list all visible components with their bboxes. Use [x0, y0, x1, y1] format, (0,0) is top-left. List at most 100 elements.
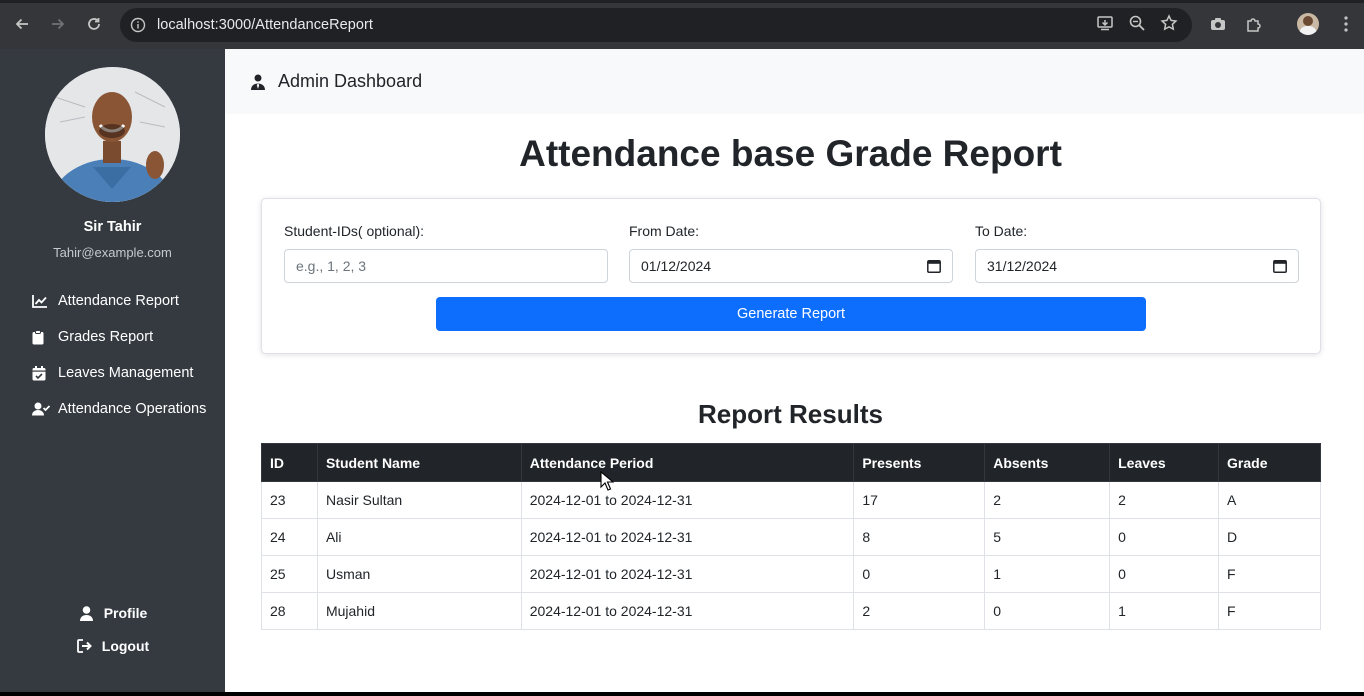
sidebar-item-label: Leaves Management — [58, 365, 194, 381]
cell-id: 23 — [261, 481, 318, 519]
cell-grade: F — [1218, 592, 1321, 630]
camera-extension-icon[interactable] — [1206, 12, 1230, 36]
cell-leaves: 0 — [1109, 518, 1220, 556]
cell-student-name: Usman — [316, 555, 522, 593]
cell-absents: 1 — [984, 555, 1111, 593]
table-row: 23 Nasir Sultan 2024-12-01 to 2024-12-31… — [261, 481, 1321, 519]
cell-absents: 2 — [984, 481, 1111, 519]
logout-icon — [76, 637, 94, 655]
cell-absents: 0 — [984, 592, 1111, 630]
from-date-input[interactable]: 01/12/2024 — [629, 249, 953, 283]
reload-icon[interactable] — [82, 12, 106, 36]
student-ids-placeholder: e.g., 1, 2, 3 — [296, 258, 367, 274]
top-navbar: Admin Dashboard — [225, 49, 1364, 114]
generate-report-button[interactable]: Generate Report — [436, 297, 1146, 331]
profile-link-label: Profile — [103, 605, 148, 621]
profile-email: Tahir@example.com — [53, 245, 172, 260]
calendar-check-icon — [32, 362, 50, 384]
cell-leaves: 2 — [1109, 481, 1220, 519]
extensions-puzzle-icon[interactable] — [1242, 12, 1266, 36]
report-form-card: Student-IDs( optional): e.g., 1, 2, 3 Fr… — [261, 198, 1321, 354]
student-ids-field: Student-IDs( optional): e.g., 1, 2, 3 — [284, 223, 608, 283]
back-icon[interactable] — [10, 12, 34, 36]
sidebar-item-attendance-operations[interactable]: Attendance Operations — [32, 398, 212, 420]
sidebar: Sir Tahir Tahir@example.com Attendance R… — [0, 49, 225, 692]
chart-line-icon — [32, 290, 50, 312]
student-ids-input[interactable]: e.g., 1, 2, 3 — [284, 249, 608, 283]
main-content: Admin Dashboard Attendance base Grade Re… — [225, 49, 1364, 692]
user-tie-icon — [250, 74, 266, 90]
cell-attendance-period: 2024-12-01 to 2024-12-31 — [520, 555, 855, 593]
avatar — [45, 67, 180, 202]
from-date-label: From Date: — [629, 223, 700, 239]
cell-grade: D — [1218, 518, 1321, 556]
cell-presents: 8 — [853, 518, 986, 556]
cell-presents: 0 — [853, 555, 986, 593]
forward-icon[interactable] — [46, 12, 70, 36]
table-row: 25 Usman 2024-12-01 to 2024-12-31 0 1 0 … — [261, 555, 1321, 593]
bookmark-star-icon[interactable] — [1160, 13, 1178, 37]
to-date-label: To Date: — [975, 223, 1028, 239]
clipboard-icon — [32, 326, 50, 348]
dashboard-title: Admin Dashboard — [278, 71, 423, 91]
sidebar-item-label: Attendance Operations — [58, 401, 207, 417]
student-ids-label: Student-IDs( optional): — [284, 223, 425, 239]
profile-link[interactable]: Profile — [0, 604, 225, 622]
column-header[interactable]: ID — [261, 443, 318, 482]
browser-toolbar: localhost:3000/AttendanceReport — [0, 0, 1364, 49]
to-date-value: 31/12/2024 — [987, 258, 1058, 274]
column-header[interactable]: Leaves — [1109, 443, 1220, 482]
cell-student-name: Ali — [316, 518, 522, 556]
sidebar-item-label: Grades Report — [58, 329, 154, 345]
results-title: Report Results — [698, 399, 883, 429]
install-app-icon[interactable] — [1096, 14, 1114, 37]
profile-avatar-icon[interactable] — [1296, 12, 1320, 36]
mouse-cursor-icon — [600, 471, 614, 491]
cell-presents: 17 — [853, 481, 986, 519]
cell-absents: 5 — [984, 518, 1111, 556]
user-check-icon — [32, 398, 50, 420]
logout-link[interactable]: Logout — [0, 637, 225, 655]
user-icon — [78, 604, 96, 622]
cell-student-name: Mujahid — [316, 592, 522, 630]
results-table: ID Student Name Attendance Period Presen… — [261, 443, 1321, 630]
calendar-icon[interactable] — [1273, 259, 1287, 273]
cell-attendance-period: 2024-12-01 to 2024-12-31 — [520, 592, 855, 630]
sidebar-item-leaves-management[interactable]: Leaves Management — [32, 362, 212, 384]
cell-id: 28 — [261, 592, 318, 630]
column-header[interactable]: Student Name — [316, 443, 522, 482]
column-header[interactable]: Attendance Period — [520, 443, 855, 482]
from-date-value: 01/12/2024 — [641, 258, 712, 274]
page-title: Attendance base Grade Report — [519, 133, 1062, 174]
table-header-row: ID Student Name Attendance Period Presen… — [261, 443, 1321, 482]
address-bar[interactable]: localhost:3000/AttendanceReport — [120, 8, 1192, 42]
zoom-icon[interactable] — [1128, 14, 1146, 37]
site-info-icon[interactable] — [130, 17, 146, 33]
cell-id: 24 — [261, 518, 318, 556]
profile-name: Sir Tahir — [83, 219, 142, 235]
column-header[interactable]: Absents — [984, 443, 1111, 482]
column-header[interactable]: Grade — [1218, 443, 1321, 482]
table-row: 24 Ali 2024-12-01 to 2024-12-31 8 5 0 D — [261, 518, 1321, 556]
table-row: 28 Mujahid 2024-12-01 to 2024-12-31 2 0 … — [261, 592, 1321, 630]
cell-student-name: Nasir Sultan — [316, 481, 522, 519]
from-date-field: From Date: 01/12/2024 — [629, 223, 953, 283]
cell-presents: 2 — [853, 592, 986, 630]
cell-leaves: 1 — [1109, 592, 1220, 630]
logout-link-label: Logout — [101, 638, 150, 654]
cell-attendance-period: 2024-12-01 to 2024-12-31 — [520, 518, 855, 556]
to-date-field: To Date: 31/12/2024 — [975, 223, 1299, 283]
cell-id: 25 — [261, 555, 318, 593]
sidebar-nav: Attendance Report Grades Report Leaves M… — [32, 290, 212, 434]
url-text[interactable]: localhost:3000/AttendanceReport — [157, 17, 373, 33]
column-header[interactable]: Presents — [853, 443, 986, 482]
calendar-icon[interactable] — [927, 259, 941, 273]
sidebar-item-label: Attendance Report — [58, 293, 179, 309]
cell-grade: A — [1218, 481, 1321, 519]
browser-menu-icon[interactable] — [1334, 12, 1358, 36]
to-date-input[interactable]: 31/12/2024 — [975, 249, 1299, 283]
sidebar-item-attendance-report[interactable]: Attendance Report — [32, 290, 212, 312]
cell-leaves: 0 — [1109, 555, 1220, 593]
cell-attendance-period: 2024-12-01 to 2024-12-31 — [520, 481, 855, 519]
sidebar-item-grades-report[interactable]: Grades Report — [32, 326, 212, 348]
